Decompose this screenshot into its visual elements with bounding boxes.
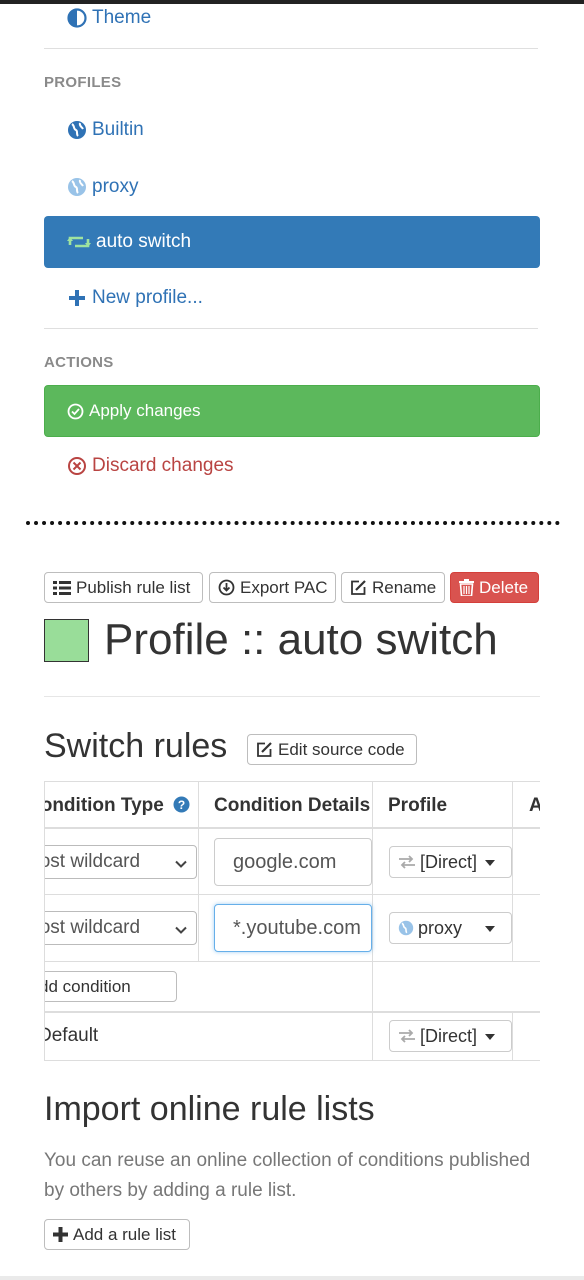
condition-type-value: Host wildcard [45,917,141,938]
sidebar-item-theme[interactable]: Theme [44,0,540,44]
publish-rule-list-button[interactable]: Publish rule list [44,572,203,603]
plus-icon [66,287,88,309]
switch-rules-table: Condition Type ? Condition Details Profi… [44,781,540,1061]
rename-button[interactable]: Rename [341,572,445,603]
table-border [45,1011,540,1013]
rule-profile-value: proxy [418,917,463,938]
globe-icon [66,119,88,141]
table-border [45,827,540,829]
edit-source-code-button[interactable]: Edit source code [247,734,417,765]
svg-text:?: ? [178,798,185,812]
retweet-icon [66,231,92,253]
add-rule-list-button[interactable]: Add a rule list [44,1219,190,1250]
globe-icon [398,920,414,936]
chevron-down-icon [174,855,188,877]
edit-source-label: Edit source code [278,739,405,759]
rule-profile-dropdown[interactable]: proxy [389,912,512,944]
page-title: Profile :: auto switch [104,615,498,664]
apply-changes-label: Apply changes [89,401,201,420]
section-separator [26,521,560,525]
divider [44,48,538,49]
sidebar-item-label: auto switch [96,231,192,252]
profiles-heading: PROFILES [44,74,122,91]
list-icon [53,580,76,596]
column-header-label: Condition Type [45,795,164,816]
check-circle-icon [67,403,84,420]
publish-label: Publish rule list [76,577,191,597]
table-border [45,1060,540,1061]
table-border [45,781,540,782]
rule-profile-value: [Direct] [420,851,478,872]
direct-icon [398,855,416,869]
add-condition-button[interactable]: + Add condition [45,971,177,1002]
new-profile-link[interactable]: New profile... [44,272,540,324]
column-header-condition-details: Condition Details [214,795,371,816]
discard-changes-button[interactable]: Discard changes [44,440,540,492]
table-border [512,781,513,961]
column-header-actions: Actions [529,795,540,817]
caret-down-icon [485,1034,495,1040]
apply-changes-button[interactable]: Apply changes [44,385,540,437]
sidebar-item-label: Theme [92,7,152,28]
default-profile-dropdown[interactable]: [Direct] [389,1020,512,1052]
trash-icon [459,579,479,596]
column-header-condition-type: Condition Type ? [45,795,190,819]
actions-heading: ACTIONS [44,354,114,371]
rename-label: Rename [372,577,437,597]
bottom-edge [0,1276,584,1280]
new-profile-label: New profile... [92,287,203,308]
divider [44,696,540,697]
sidebar-item-label: Builtin [92,119,144,140]
globe-icon [66,176,88,198]
help-icon[interactable]: ? [173,796,190,819]
plus-icon [53,1227,73,1242]
condition-type-select[interactable]: Host wildcard [45,911,197,945]
condition-type-select[interactable]: Host wildcard [45,845,197,879]
divider [44,328,538,329]
chevron-down-icon [174,921,188,943]
delete-button[interactable]: Delete [450,572,539,603]
sidebar-item-proxy[interactable]: proxy [44,161,540,213]
table-border [45,894,540,895]
table-border [45,961,540,962]
condition-details-input[interactable]: *.youtube.com [214,904,372,952]
column-header-profile: Profile [388,795,448,816]
export-pac-button[interactable]: Export PAC [209,572,336,603]
delete-label: Delete [479,577,529,597]
edit-icon [350,579,372,596]
caret-down-icon [485,860,495,866]
table-border [198,781,199,961]
import-description: You can reuse an online collection of co… [44,1150,531,1201]
download-icon [218,579,240,596]
profile-color-swatch[interactable] [44,619,89,662]
discard-changes-label: Discard changes [92,455,234,476]
condition-type-value: Host wildcard [45,851,141,872]
table-border [372,781,373,1060]
condition-details-input[interactable]: google.com [214,838,372,886]
default-rule-label: Default [44,1025,99,1046]
add-rule-list-label: Add a rule list [73,1224,176,1244]
edit-icon [256,741,278,758]
contrast-icon [66,7,88,29]
table-border [512,1011,513,1060]
export-label: Export PAC [240,577,328,597]
sidebar-item-label: proxy [92,176,139,197]
import-heading: Import online rule lists [44,1090,375,1128]
sidebar-item-auto-switch[interactable]: auto switch [44,216,540,268]
direct-icon [398,1029,416,1043]
sidebar-item-builtin[interactable]: Builtin [44,104,540,156]
switch-rules-heading: Switch rules [44,727,228,765]
default-profile-value: [Direct] [420,1025,478,1046]
rule-profile-dropdown[interactable]: [Direct] [389,846,512,878]
close-circle-icon [66,455,88,477]
caret-down-icon [485,926,495,932]
